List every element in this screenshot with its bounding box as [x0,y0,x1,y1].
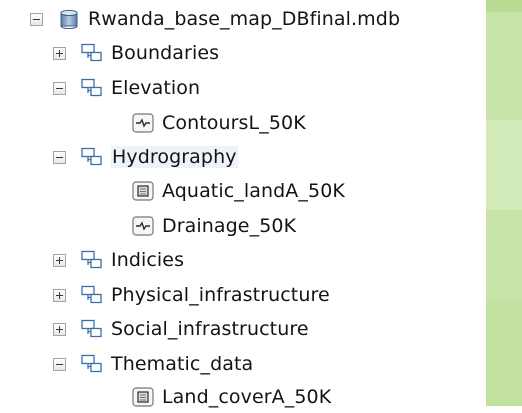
line-feature-class-icon [132,113,154,133]
catalog-tree: Rwanda_base_map_DBfinal.mdb Boundaries E… [0,0,486,408]
tree-item-label: Hydrography [111,146,238,168]
polygon-feature-class-icon [132,387,154,407]
collapse-toggle-icon[interactable] [53,150,66,164]
strip-shade [486,120,522,210]
decorative-side-strip [486,0,522,406]
geodatabase-icon [58,9,80,30]
tree-item-label: Indicies [111,249,185,271]
expand-toggle-icon[interactable] [53,253,66,267]
collapse-toggle-icon[interactable] [53,357,66,371]
tree-node-land-covera-50k[interactable]: Land_coverA_50K [132,381,331,413]
tree-item-label: Land_coverA_50K [162,386,332,408]
tree-item-label: Social_infrastructure [111,318,309,340]
feature-dataset-icon [81,319,103,339]
tree-node-physical-infrastructure[interactable]: Physical_infrastructure [53,279,330,311]
tree-item-label: Drainage_50K [162,215,297,237]
expand-toggle-icon[interactable] [53,322,66,336]
tree-node-geodatabase[interactable]: Rwanda_base_map_DBfinal.mdb [30,3,400,35]
feature-dataset-icon [81,250,103,270]
tree-node-hydrography[interactable]: Hydrography [53,141,238,173]
tree-item-label: Physical_infrastructure [111,284,330,306]
tree-node-thematic-data[interactable]: Thematic_data [53,348,253,380]
tree-item-label: Boundaries [111,42,220,64]
tree-node-boundaries[interactable]: Boundaries [53,37,219,69]
expand-toggle-icon[interactable] [53,46,66,60]
tree-node-aquatic-landa-50k[interactable]: Aquatic_landA_50K [132,175,345,207]
feature-dataset-icon [81,354,103,374]
tree-node-contoursl-50k[interactable]: ContoursL_50K [132,107,306,139]
tree-item-label: ContoursL_50K [162,112,306,134]
feature-dataset-icon [81,43,103,63]
feature-dataset-icon [81,285,103,305]
collapse-toggle-icon[interactable] [53,81,66,95]
collapse-toggle-icon[interactable] [30,12,43,26]
tree-node-social-infrastructure[interactable]: Social_infrastructure [53,313,309,345]
tree-item-label: Elevation [111,77,201,99]
geodatabase-label: Rwanda_base_map_DBfinal.mdb [88,8,401,30]
feature-dataset-icon [81,78,103,98]
polygon-feature-class-icon [132,181,154,201]
line-feature-class-icon [132,216,154,236]
tree-item-label: Thematic_data [111,353,254,375]
tree-node-indicies[interactable]: Indicies [53,244,184,276]
expand-toggle-icon[interactable] [53,288,66,302]
strip-shade [486,0,522,12]
tree-item-label: Aquatic_landA_50K [162,180,345,202]
strip-shade [486,300,522,406]
tree-node-drainage-50k[interactable]: Drainage_50K [132,210,296,242]
tree-node-elevation[interactable]: Elevation [53,72,200,104]
feature-dataset-icon [81,147,103,167]
